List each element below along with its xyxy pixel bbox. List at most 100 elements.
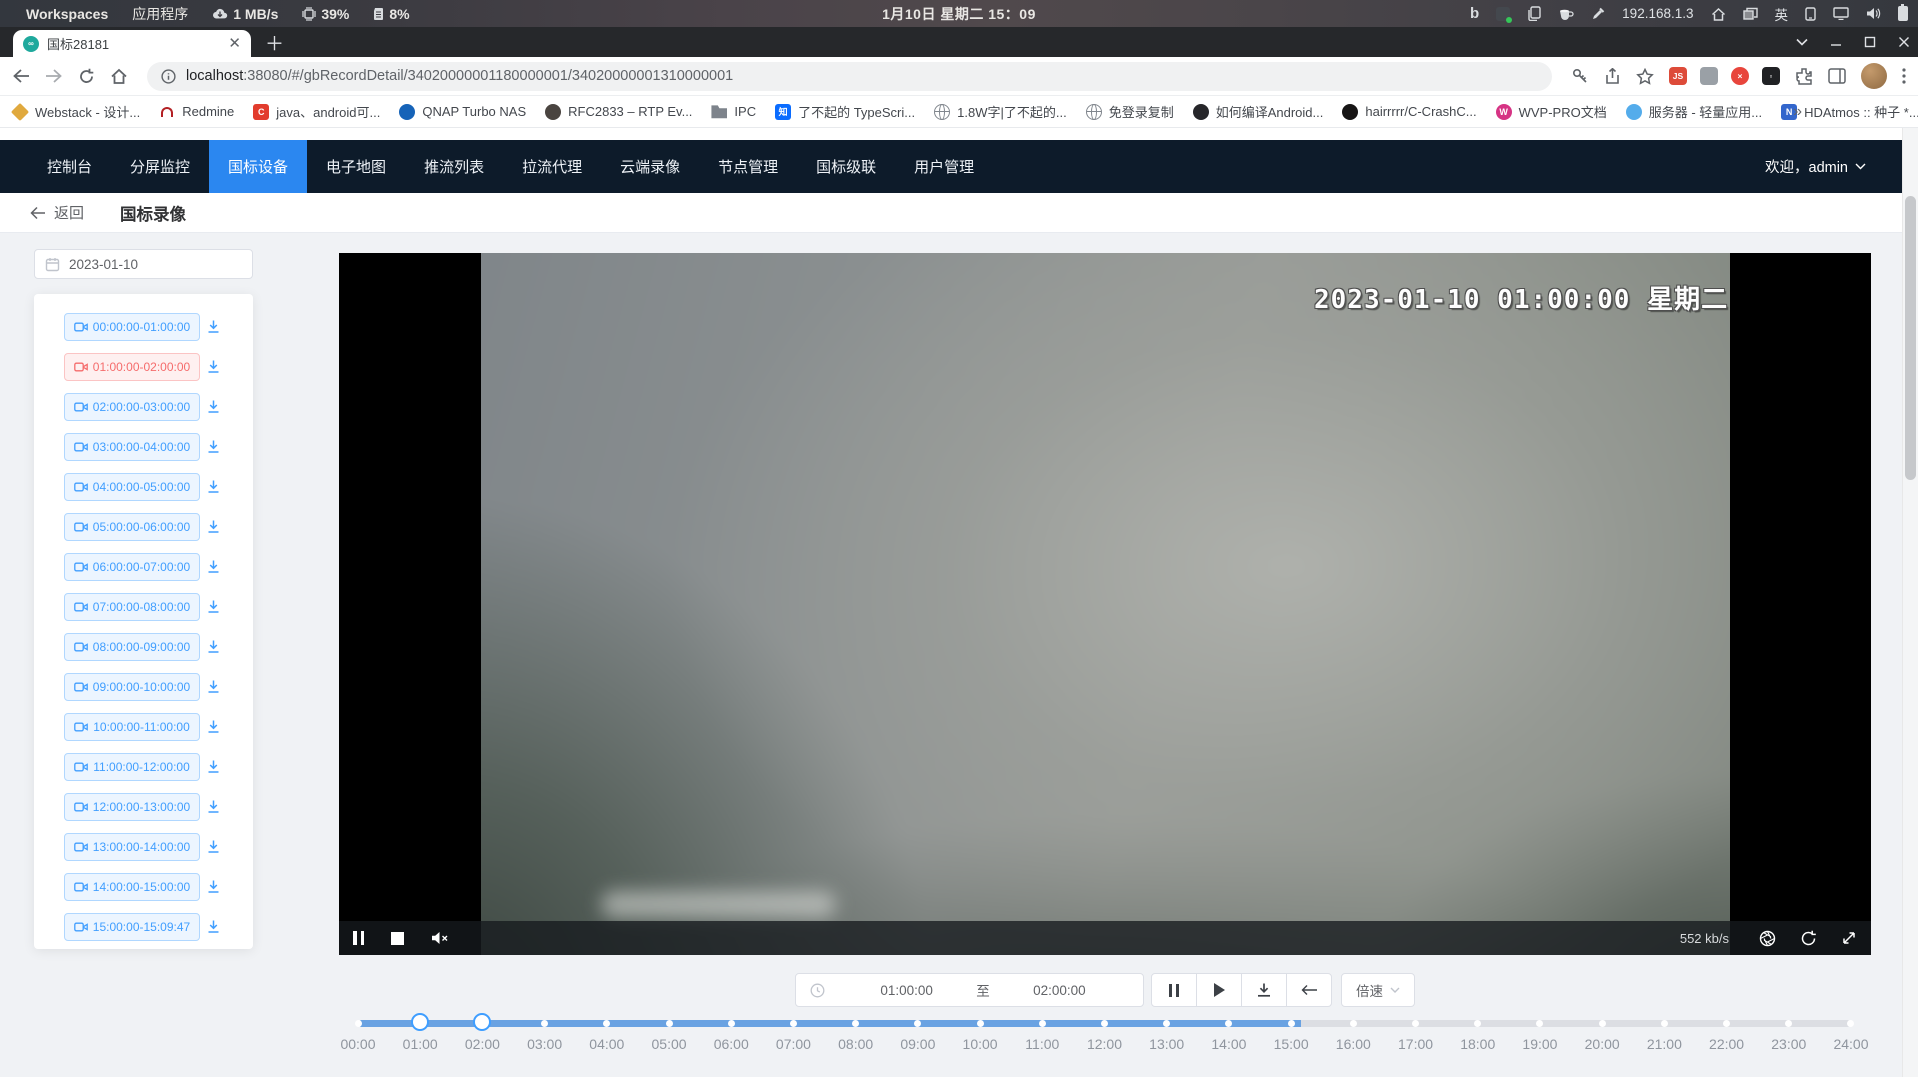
forward-icon[interactable] (45, 68, 63, 84)
clock[interactable]: 1月10日 星期二 15：09 (882, 4, 1036, 24)
record-download-button[interactable] (206, 919, 221, 934)
record-time-button[interactable]: 02:00:00-03:00:00 (64, 393, 200, 421)
battery-icon[interactable] (1898, 6, 1908, 21)
snapshot-aperture-icon[interactable] (1759, 930, 1776, 947)
timeline-handle-end[interactable] (473, 1013, 491, 1031)
record-download-button[interactable] (206, 639, 221, 654)
color-picker-icon[interactable] (1591, 7, 1605, 21)
record-download-button[interactable] (206, 479, 221, 494)
record-time-button[interactable]: 03:00:00-04:00:00 (64, 433, 200, 461)
share-icon[interactable] (1604, 68, 1621, 85)
tab-search-chevron-icon[interactable] (1796, 38, 1808, 46)
bookmark[interactable]: 1.8W字|了不起的... (934, 102, 1067, 121)
bookmark[interactable]: Webstack - 设计... (12, 102, 140, 121)
bookmark[interactable]: 免登录复制 (1086, 102, 1174, 121)
bookmark[interactable]: 服务器 - 轻量应用... (1626, 102, 1762, 121)
player-stop-icon[interactable] (391, 932, 404, 945)
site-info-icon[interactable] (161, 69, 176, 84)
record-time-button[interactable]: 10:00:00-11:00:00 (64, 713, 200, 741)
nav-tab[interactable]: 分屏监控 (111, 140, 209, 193)
nav-tab[interactable]: 国标设备 (209, 140, 307, 193)
window-maximize-icon[interactable] (1864, 36, 1876, 48)
record-download-button[interactable] (206, 759, 221, 774)
bookmark[interactable]: IPC (711, 104, 756, 120)
speed-dropdown[interactable]: 倍速 (1341, 973, 1415, 1007)
extension-icon[interactable] (1700, 67, 1718, 85)
record-time-button[interactable]: 09:00:00-10:00:00 (64, 673, 200, 701)
nav-tab[interactable]: 节点管理 (699, 140, 797, 193)
record-download-button[interactable] (206, 679, 221, 694)
window-minimize-icon[interactable] (1830, 36, 1842, 48)
bookmark[interactable]: 知 了不起的 TypeScri... (775, 102, 915, 121)
record-download-button[interactable] (206, 559, 221, 574)
player-mute-icon[interactable] (431, 931, 449, 945)
record-download-button[interactable] (206, 719, 221, 734)
bookmark[interactable]: QNAP Turbo NAS (399, 104, 526, 120)
record-download-button[interactable] (206, 839, 221, 854)
refresh-icon[interactable] (1800, 930, 1817, 947)
record-download-button[interactable] (206, 399, 221, 414)
user-welcome[interactable]: 欢迎，admin (1765, 140, 1902, 193)
video-player[interactable]: 2023-01-10 01:00:00 星期二 552 kb/s (339, 253, 1871, 955)
window-close-icon[interactable] (1898, 36, 1910, 48)
record-time-button[interactable]: 08:00:00-09:00:00 (64, 633, 200, 661)
back-button[interactable]: 返回 (30, 202, 84, 223)
browser-menu-kebab-icon[interactable] (1902, 68, 1906, 84)
ime-indicator[interactable]: 英 (1775, 4, 1789, 24)
bookmark[interactable]: Redmine (159, 104, 234, 120)
home-button-icon[interactable] (110, 68, 128, 85)
nav-tab[interactable]: 拉流代理 (503, 140, 601, 193)
record-download-button[interactable] (206, 879, 221, 894)
display-icon[interactable] (1833, 7, 1849, 20)
scrollbar-thumb[interactable] (1905, 196, 1916, 480)
puzzle-extensions-icon[interactable] (1795, 67, 1813, 85)
reload-icon[interactable] (78, 68, 95, 85)
record-download-button[interactable] (206, 799, 221, 814)
player-pause-icon[interactable] (353, 931, 364, 945)
bing-tray-icon[interactable]: b (1470, 5, 1479, 22)
fullscreen-icon[interactable] (1841, 930, 1857, 946)
pause-button[interactable] (1151, 973, 1197, 1007)
record-time-button[interactable]: 00:00:00-01:00:00 (64, 313, 200, 341)
bookmark[interactable]: W WVP-PRO文档 (1496, 102, 1607, 121)
clipboard-icon[interactable] (1527, 6, 1541, 21)
extension-icon[interactable]: JS (1669, 67, 1687, 85)
record-download-button[interactable] (206, 599, 221, 614)
record-time-button[interactable]: 04:00:00-05:00:00 (64, 473, 200, 501)
seek-back-button[interactable] (1286, 973, 1332, 1007)
tab-close-icon[interactable]: ✕ (228, 36, 241, 51)
home-icon[interactable] (1711, 7, 1726, 21)
key-icon[interactable] (1571, 67, 1589, 85)
volume-icon[interactable] (1866, 7, 1881, 20)
record-time-button[interactable]: 07:00:00-08:00:00 (64, 593, 200, 621)
bookmark[interactable]: 如何编译Android... (1193, 102, 1324, 121)
timeline-handle-start[interactable] (411, 1013, 429, 1031)
bookmark[interactable]: hairrrrr/C-CrashC... (1342, 104, 1476, 120)
new-tab-button[interactable]: ＋ (265, 35, 284, 54)
page-scrollbar[interactable] (1902, 128, 1918, 1077)
tablet-icon[interactable] (1805, 7, 1816, 21)
bookmark[interactable]: RFC2833 – RTP Ev... (545, 104, 692, 120)
bookmark[interactable]: C java、android可... (253, 102, 380, 121)
record-time-button[interactable]: 13:00:00-14:00:00 (64, 833, 200, 861)
record-download-button[interactable] (206, 519, 221, 534)
extension-icon[interactable]: × (1731, 67, 1749, 85)
profile-avatar[interactable] (1861, 63, 1887, 89)
coffee-icon[interactable] (1558, 7, 1574, 21)
record-time-button[interactable]: 01:00:00-02:00:00 (64, 353, 200, 381)
record-time-button[interactable]: 14:00:00-15:00:00 (64, 873, 200, 901)
record-time-button[interactable]: 11:00:00-12:00:00 (64, 753, 200, 781)
record-time-button[interactable]: 05:00:00-06:00:00 (64, 513, 200, 541)
bookmarks-overflow-chevron[interactable]: » (1793, 103, 1802, 121)
play-button[interactable] (1196, 973, 1242, 1007)
workspaces-button[interactable]: Workspaces (26, 6, 108, 22)
bookmark-star-icon[interactable] (1636, 68, 1654, 85)
record-time-button[interactable]: 15:00:00-15:09:47 (64, 913, 200, 941)
record-time-button[interactable]: 06:00:00-07:00:00 (64, 553, 200, 581)
download-button[interactable] (1241, 973, 1287, 1007)
url-bar[interactable]: localhost:38080/#/gbRecordDetail/3402000… (147, 62, 1552, 91)
nav-tab[interactable]: 电子地图 (307, 140, 405, 193)
back-icon[interactable] (12, 68, 30, 84)
browser-tab[interactable]: ∞ 国标28181 ✕ (13, 30, 251, 57)
record-time-button[interactable]: 12:00:00-13:00:00 (64, 793, 200, 821)
